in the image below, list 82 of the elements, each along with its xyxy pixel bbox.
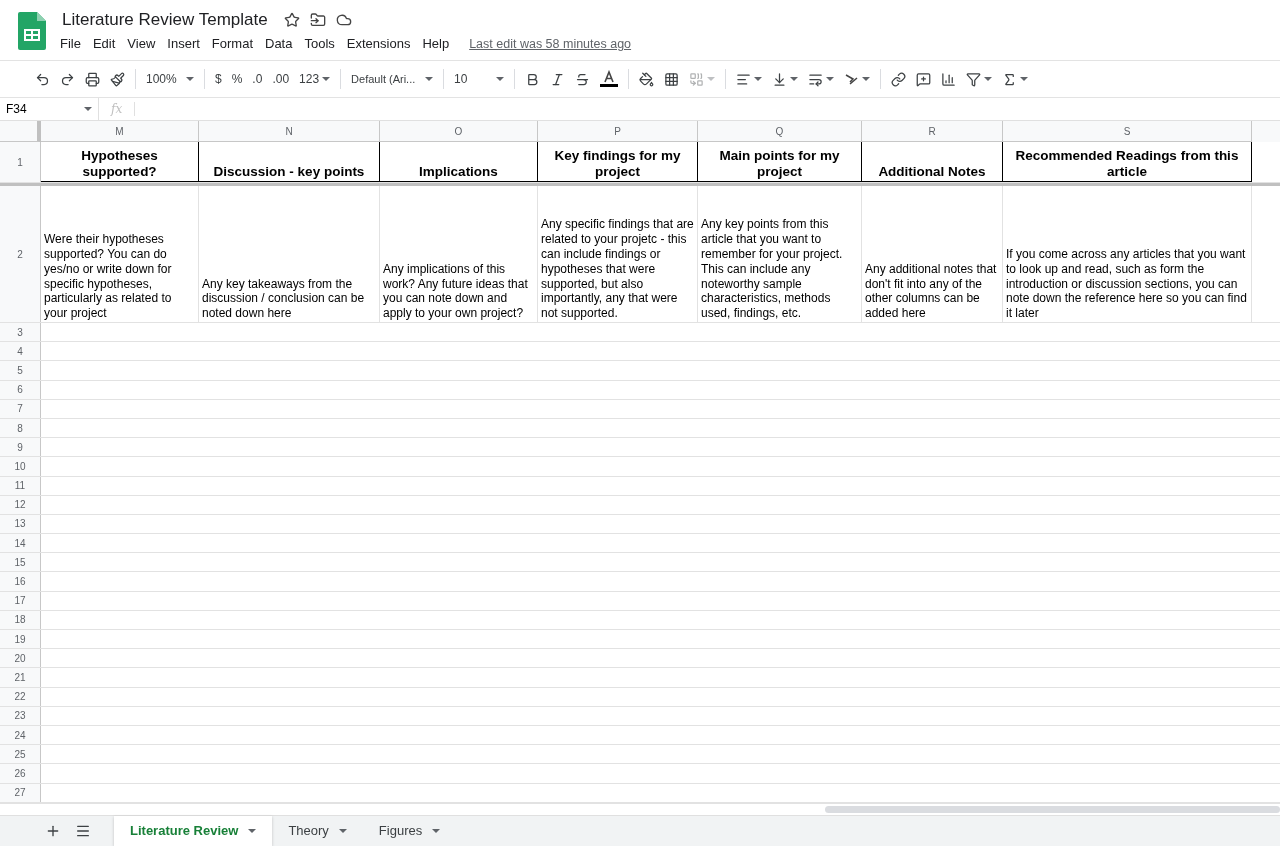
increase-decimals-button[interactable]: .00 — [267, 66, 295, 92]
currency-button[interactable]: $ — [210, 66, 227, 92]
row-header[interactable]: 20 — [0, 649, 41, 668]
chart-icon — [941, 71, 957, 87]
printer-icon — [85, 71, 100, 87]
name-box[interactable]: F34 — [0, 98, 99, 120]
font-size-dropdown[interactable]: 10 — [449, 66, 510, 92]
font-dropdown[interactable]: Default (Ari... — [346, 66, 439, 92]
cloud-icon[interactable] — [335, 12, 352, 28]
menu-item[interactable]: Tools — [298, 34, 341, 53]
column-title: Main points for my project — [698, 142, 862, 182]
menu-item[interactable]: Insert — [161, 34, 206, 53]
decrease-decimals-button[interactable]: .0 — [247, 66, 268, 92]
paintbrush-icon — [110, 71, 125, 87]
percent-button[interactable]: % — [226, 66, 248, 92]
rotate-text-icon — [844, 71, 860, 87]
last-edit-link[interactable]: Last edit was 58 minutes ago — [469, 36, 632, 51]
column-title: Additional Notes — [862, 142, 1003, 182]
merge-icon — [689, 71, 705, 87]
menu-item[interactable]: Edit — [86, 34, 122, 53]
sheet-tab[interactable]: Theory — [272, 815, 363, 846]
row-header[interactable]: 10 — [0, 457, 41, 476]
move-folder-icon[interactable] — [309, 12, 326, 28]
column-title: Hypotheses supported? — [41, 142, 199, 182]
number-format-dropdown[interactable]: 123 — [294, 66, 336, 92]
paint-bucket-icon — [639, 71, 655, 87]
column-header[interactable]: Q — [698, 121, 862, 142]
column-header[interactable]: P — [538, 121, 698, 142]
column-header[interactable]: R — [862, 121, 1003, 142]
row-header[interactable]: 19 — [0, 630, 41, 649]
menu-item[interactable]: View — [121, 34, 162, 53]
star-icon[interactable] — [283, 12, 300, 28]
fx-label: fx — [99, 102, 136, 116]
row-header[interactable]: 3 — [0, 323, 41, 342]
table-cell: Any additional notes that don't fit into any of the other columns can be added here — [862, 186, 1003, 322]
row-header[interactable]: 16 — [0, 572, 41, 591]
row-header[interactable]: 25 — [0, 745, 41, 764]
row-header[interactable]: 15 — [0, 553, 41, 572]
row-header[interactable]: 14 — [0, 534, 41, 553]
undo-icon — [35, 71, 50, 87]
filter-icon — [966, 71, 982, 87]
menu-item[interactable]: Help — [416, 34, 456, 53]
redo-icon — [60, 71, 75, 87]
table-cell: Any key points from this article that you want to remember for your project. This can include any noteworthy sample characteristics, methods used, findings, etc. — [698, 186, 862, 322]
grid-icon — [664, 71, 680, 87]
row-header[interactable]: 21 — [0, 668, 41, 687]
menu-item[interactable]: Data — [259, 34, 299, 53]
column-header[interactable]: S — [1003, 121, 1252, 142]
comment-icon — [916, 71, 932, 87]
align-left-icon — [736, 71, 752, 87]
scrollbar-thumb[interactable] — [825, 805, 1280, 813]
table-cell: Were their hypotheses supported? You can do yes/no or write down for specific hypotheses, particularly as related to your project — [41, 186, 199, 322]
row-header[interactable]: 26 — [0, 764, 41, 783]
column-title: Implications — [380, 142, 538, 182]
column-title: Key findings for my project — [538, 142, 698, 182]
sheet-tab[interactable]: Literature Review — [114, 815, 273, 846]
link-icon — [891, 71, 907, 87]
row-header[interactable]: 9 — [0, 438, 41, 457]
menu-item[interactable]: Format — [205, 34, 259, 53]
sheet-tab[interactable]: Figures — [362, 815, 457, 846]
column-header[interactable]: M — [41, 121, 199, 142]
table-cell: If you come across any articles that you want to look up and read, such as form the introduction or discussion sections, you can note down the reference here so you can find it later — [1003, 186, 1252, 322]
column-header[interactable]: O — [380, 121, 538, 142]
row-header[interactable]: 1 — [0, 142, 41, 182]
menu-item[interactable]: Extensions — [340, 34, 417, 53]
document-title[interactable]: Literature Review Template — [62, 10, 268, 30]
strikethrough-icon — [575, 71, 591, 87]
text-color-icon — [600, 70, 619, 88]
zoom-dropdown[interactable]: 100% — [141, 66, 199, 92]
table-cell: Any key takeaways from the discussion / conclusion can be noted down here — [199, 186, 380, 322]
row-header[interactable]: 2 — [0, 186, 41, 322]
row-header[interactable]: 4 — [0, 342, 41, 361]
table-cell: Any implications of this work? Any future ideas that you can note down and apply to your own project? — [380, 186, 538, 322]
wrap-text-icon — [808, 71, 824, 87]
menu-item[interactable]: File — [54, 34, 87, 53]
table-cell: Any specific findings that are related to your projetc - this can include findings or hypotheses that were supported, but also importantly, any that were not supported. — [538, 186, 698, 322]
row-header[interactable]: 5 — [0, 361, 41, 380]
column-title: Recommended Readings from this article — [1003, 142, 1252, 182]
column-header[interactable]: N — [199, 121, 380, 142]
italic-icon — [550, 71, 566, 87]
column-title: Discussion - key points — [199, 142, 380, 182]
sheets-logo-icon[interactable] — [18, 12, 46, 50]
